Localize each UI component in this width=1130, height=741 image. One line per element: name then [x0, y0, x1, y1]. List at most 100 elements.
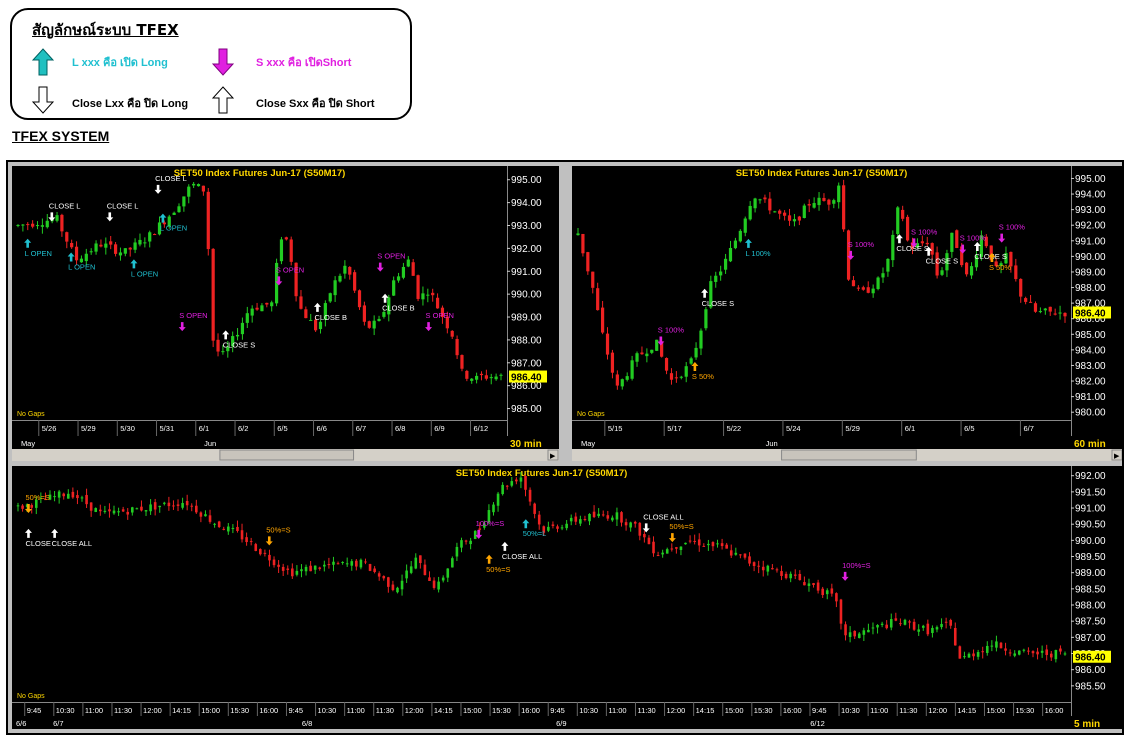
candle-body [213, 523, 216, 525]
candle-body [123, 248, 127, 254]
chart-panel-1: SET50 Index Futures Jun-17 (S50M17) No Ga… [12, 166, 559, 461]
candle-body [766, 565, 770, 572]
candle-body [807, 583, 811, 586]
candle-body [65, 232, 69, 242]
candle-body [377, 573, 381, 577]
candle-body [40, 225, 44, 227]
candle-body [903, 619, 907, 625]
candle-body [620, 512, 623, 523]
candle-body [74, 246, 79, 261]
date-label: 6/9 [556, 719, 566, 728]
candle-body [748, 556, 751, 564]
candle-body [670, 548, 674, 550]
candle-body [625, 376, 629, 380]
signal-label: 50%=L [523, 529, 547, 538]
signal-label: L OPEN [25, 249, 52, 258]
candle-body [221, 351, 225, 353]
candle-body [451, 558, 454, 568]
candle-body [113, 244, 118, 254]
date-tick-label: 5/31 [160, 424, 175, 433]
candle-body [494, 376, 498, 380]
signal-label: L 100% [745, 249, 770, 258]
candle-body [99, 244, 103, 247]
date-tick-label: 5/15 [608, 424, 623, 433]
y-tick-label: 988.00 [1075, 601, 1106, 612]
y-tick-label: 987.00 [1075, 633, 1106, 644]
candle-body [355, 560, 358, 567]
y-tick-label: 992.00 [1075, 221, 1106, 232]
scrollbar-thumb [781, 449, 917, 461]
candle-body [1054, 650, 1058, 660]
candle-body [976, 652, 980, 657]
signal-label: S OPEN [426, 311, 454, 320]
candle-body [400, 580, 404, 590]
signal-label: CLOSE L [49, 201, 81, 210]
candle-body [332, 561, 335, 565]
candle-body [574, 516, 578, 522]
candle-body [60, 214, 64, 232]
legend-short-open-label: S xxx คือ เปิดShort [256, 57, 352, 69]
candle-body [886, 258, 890, 272]
candle-body [76, 495, 79, 499]
y-tick-label: 991.00 [511, 267, 542, 278]
candle-body [299, 296, 303, 309]
candle-body [140, 506, 143, 511]
candle-body [638, 522, 642, 536]
candle-body [272, 559, 276, 566]
candle-body [367, 321, 371, 328]
candle-body [675, 547, 678, 549]
y-tick-label: 989.00 [511, 313, 542, 324]
candle-body [416, 275, 420, 299]
candle-body [761, 566, 765, 571]
candle-body [679, 376, 683, 378]
candle-body [405, 570, 408, 579]
candle-body [775, 569, 779, 571]
candle-body [930, 243, 934, 255]
y-tick-label: 988.00 [511, 335, 542, 346]
candle-body [807, 204, 811, 206]
candle-body [135, 508, 139, 510]
y-tick-label: 990.50 [1075, 520, 1106, 531]
candle-body [217, 521, 221, 528]
candle-body [163, 502, 166, 504]
y-tick-label: 982.00 [1075, 377, 1106, 388]
y-tick-label: 988.50 [1075, 584, 1106, 595]
time-tick-label: 11:00 [347, 706, 365, 715]
candle-body [714, 275, 718, 282]
y-tick-label: 992.00 [1075, 471, 1106, 482]
candle-body [752, 562, 756, 567]
candle-body [313, 565, 317, 570]
candle-body [793, 574, 797, 576]
candle-body [411, 262, 415, 276]
candle-body [289, 239, 293, 262]
candle-body [181, 502, 184, 508]
candle-body [492, 504, 495, 513]
candle-body [889, 619, 893, 628]
candle-body [633, 521, 637, 524]
scrollbar-thumb [219, 449, 355, 461]
candle-body [839, 599, 843, 624]
candle-body [885, 624, 888, 629]
candle-body [387, 577, 390, 587]
time-tick-label: 15:00 [463, 706, 482, 715]
charts-frame: SET50 Index Futures Jun-17 (S50M17) No Ga… [6, 160, 1124, 735]
candle-body [990, 645, 994, 647]
candle-body [55, 215, 59, 221]
signal-label: CLOSE B [314, 313, 347, 322]
month-label: May [581, 439, 595, 448]
signal-label: 50%=S [25, 493, 49, 502]
candle-body [208, 515, 212, 522]
candle-body [259, 549, 262, 555]
candle-body [830, 588, 834, 594]
date-label: 6/8 [302, 719, 312, 728]
signal-label: L OPEN [68, 263, 95, 272]
candle-body [235, 334, 240, 337]
y-tick-label: 987.50 [1075, 617, 1106, 628]
legend-title: สัญลักษณ์ระบบ TFEX [32, 21, 179, 39]
candle-body [284, 237, 288, 240]
candle-body [419, 555, 422, 564]
candle-body [304, 566, 308, 572]
candle-body [891, 234, 895, 261]
candle-body [1024, 298, 1028, 302]
date-label: 6/7 [53, 719, 63, 728]
